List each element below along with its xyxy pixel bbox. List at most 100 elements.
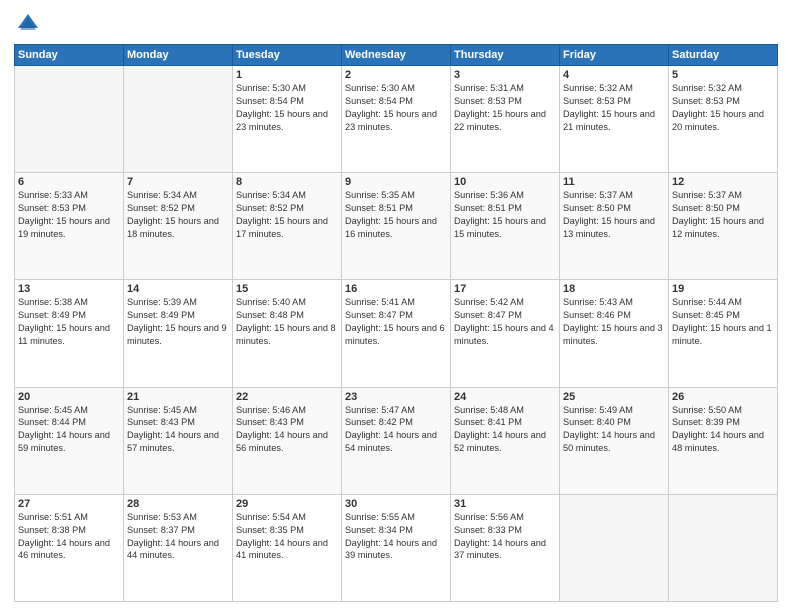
daylight-text: Daylight: 14 hours and 50 minutes.: [563, 430, 655, 453]
daylight-text: Daylight: 14 hours and 48 minutes.: [672, 430, 764, 453]
day-info: Sunrise: 5:32 AMSunset: 8:53 PMDaylight:…: [563, 82, 665, 134]
day-info: Sunrise: 5:46 AMSunset: 8:43 PMDaylight:…: [236, 404, 338, 456]
daylight-text: Daylight: 15 hours and 8 minutes.: [236, 323, 336, 346]
calendar-cell: 27Sunrise: 5:51 AMSunset: 8:38 PMDayligh…: [15, 494, 124, 601]
sunset-text: Sunset: 8:35 PM: [236, 525, 304, 535]
sunrise-text: Sunrise: 5:34 AM: [236, 190, 306, 200]
calendar-cell: 30Sunrise: 5:55 AMSunset: 8:34 PMDayligh…: [342, 494, 451, 601]
calendar-cell: [15, 66, 124, 173]
sunset-text: Sunset: 8:51 PM: [345, 203, 413, 213]
day-of-week-header: Sunday: [15, 45, 124, 66]
day-number: 11: [563, 176, 665, 188]
calendar-cell: 26Sunrise: 5:50 AMSunset: 8:39 PMDayligh…: [669, 387, 778, 494]
day-number: 22: [236, 391, 338, 403]
sunset-text: Sunset: 8:48 PM: [236, 310, 304, 320]
day-number: 19: [672, 283, 774, 295]
sunset-text: Sunset: 8:50 PM: [672, 203, 740, 213]
calendar-cell: 23Sunrise: 5:47 AMSunset: 8:42 PMDayligh…: [342, 387, 451, 494]
day-info: Sunrise: 5:42 AMSunset: 8:47 PMDaylight:…: [454, 296, 556, 348]
calendar-cell: 9Sunrise: 5:35 AMSunset: 8:51 PMDaylight…: [342, 173, 451, 280]
daylight-text: Daylight: 15 hours and 23 minutes.: [345, 109, 437, 132]
sunset-text: Sunset: 8:51 PM: [454, 203, 522, 213]
daylight-text: Daylight: 15 hours and 13 minutes.: [563, 216, 655, 239]
day-number: 29: [236, 498, 338, 510]
sunset-text: Sunset: 8:53 PM: [672, 96, 740, 106]
sunrise-text: Sunrise: 5:31 AM: [454, 83, 524, 93]
daylight-text: Daylight: 15 hours and 1 minute.: [672, 323, 772, 346]
day-info: Sunrise: 5:39 AM Sunset: 8:49 PM Daylight:…: [127, 296, 229, 348]
sunrise-text: Sunrise: 5:32 AM: [672, 83, 742, 93]
sunrise-text: Sunrise: 5:32 AM: [563, 83, 633, 93]
sunrise-text: Sunrise: 5:30 AM: [236, 83, 306, 93]
sunset-text: Sunset: 8:53 PM: [563, 96, 631, 106]
daylight-text: Daylight: 15 hours and 23 minutes.: [236, 109, 328, 132]
day-info: Sunrise: 5:55 AMSunset: 8:34 PMDaylight:…: [345, 511, 447, 563]
daylight-text: Daylight: 15 hours and 12 minutes.: [672, 216, 764, 239]
sunset-text: Sunset: 8:43 PM: [236, 417, 304, 427]
sunset-text: Sunset: 8:54 PM: [345, 96, 413, 106]
header-row: SundayMondayTuesdayWednesdayThursdayFrid…: [15, 45, 778, 66]
calendar-cell: 22Sunrise: 5:46 AMSunset: 8:43 PMDayligh…: [233, 387, 342, 494]
sunrise-text: Sunrise: 5:39 AM: [127, 297, 197, 307]
sunset-text: Sunset: 8:42 PM: [345, 417, 413, 427]
sunrise-text: Sunrise: 5:53 AM: [127, 512, 197, 522]
calendar-cell: 1Sunrise: 5:30 AMSunset: 8:54 PMDaylight…: [233, 66, 342, 173]
sunset-text: Sunset: 8:54 PM: [236, 96, 304, 106]
calendar-week-row: 27Sunrise: 5:51 AMSunset: 8:38 PMDayligh…: [15, 494, 778, 601]
sunset-text: Sunset: 8:49 PM: [127, 310, 195, 320]
sunrise-text: Sunrise: 5:45 AM: [127, 405, 197, 415]
calendar-week-row: 6Sunrise: 5:33 AMSunset: 8:53 PMDaylight…: [15, 173, 778, 280]
calendar-cell: 14 Sunrise: 5:39 AM Sunset: 8:49 PM Dayligh…: [124, 280, 233, 387]
day-number: 23: [345, 391, 447, 403]
calendar-week-row: 13 Sunrise: 5:38 AM Sunset: 8:49 PM Dayligh…: [15, 280, 778, 387]
sunrise-text: Sunrise: 5:42 AM: [454, 297, 524, 307]
daylight-text: Daylight: 15 hours and 9 minutes.: [127, 323, 227, 346]
sunset-text: Sunset: 8:47 PM: [345, 310, 413, 320]
day-info: Sunrise: 5:43 AMSunset: 8:46 PMDaylight:…: [563, 296, 665, 348]
day-number: 13: [18, 283, 120, 295]
calendar-cell: 7Sunrise: 5:34 AMSunset: 8:52 PMDaylight…: [124, 173, 233, 280]
sunrise-text: Sunrise: 5:48 AM: [454, 405, 524, 415]
sunrise-text: Sunrise: 5:38 AM: [18, 297, 88, 307]
daylight-text: Daylight: 14 hours and 59 minutes.: [18, 430, 110, 453]
sunset-text: Sunset: 8:37 PM: [127, 525, 195, 535]
calendar-cell: 15Sunrise: 5:40 AMSunset: 8:48 PMDayligh…: [233, 280, 342, 387]
calendar-cell: 24Sunrise: 5:48 AMSunset: 8:41 PMDayligh…: [451, 387, 560, 494]
day-info: Sunrise: 5:32 AM Sunset: 8:53 PM Daylight:…: [672, 82, 774, 134]
day-of-week-header: Saturday: [669, 45, 778, 66]
calendar-cell: 21Sunrise: 5:45 AMSunset: 8:43 PMDayligh…: [124, 387, 233, 494]
sunset-text: Sunset: 8:45 PM: [672, 310, 740, 320]
day-info: Sunrise: 5:45 AMSunset: 8:43 PMDaylight:…: [127, 404, 229, 456]
day-info: Sunrise: 5:31 AMSunset: 8:53 PMDaylight:…: [454, 82, 556, 134]
calendar-cell: 3Sunrise: 5:31 AMSunset: 8:53 PMDaylight…: [451, 66, 560, 173]
day-info: Sunrise: 5:30 AMSunset: 8:54 PMDaylight:…: [345, 82, 447, 134]
daylight-text: Daylight: 15 hours and 6 minutes.: [345, 323, 445, 346]
day-number: 5: [672, 69, 774, 81]
calendar-table: SundayMondayTuesdayWednesdayThursdayFrid…: [14, 44, 778, 602]
day-number: 6: [18, 176, 120, 188]
sunrise-text: Sunrise: 5:49 AM: [563, 405, 633, 415]
calendar-cell: 29Sunrise: 5:54 AMSunset: 8:35 PMDayligh…: [233, 494, 342, 601]
calendar-cell: 28Sunrise: 5:53 AMSunset: 8:37 PMDayligh…: [124, 494, 233, 601]
calendar-cell: 10Sunrise: 5:36 AMSunset: 8:51 PMDayligh…: [451, 173, 560, 280]
calendar-week-row: 1Sunrise: 5:30 AMSunset: 8:54 PMDaylight…: [15, 66, 778, 173]
day-number: 14: [127, 283, 229, 295]
daylight-text: Daylight: 15 hours and 20 minutes.: [672, 109, 764, 132]
daylight-text: Daylight: 14 hours and 37 minutes.: [454, 538, 546, 561]
sunrise-text: Sunrise: 5:56 AM: [454, 512, 524, 522]
day-info: Sunrise: 5:37 AMSunset: 8:50 PMDaylight:…: [563, 189, 665, 241]
day-info: Sunrise: 5:47 AMSunset: 8:42 PMDaylight:…: [345, 404, 447, 456]
sunset-text: Sunset: 8:52 PM: [236, 203, 304, 213]
daylight-text: Daylight: 15 hours and 18 minutes.: [127, 216, 219, 239]
sunrise-text: Sunrise: 5:34 AM: [127, 190, 197, 200]
daylight-text: Daylight: 15 hours and 17 minutes.: [236, 216, 328, 239]
sunrise-text: Sunrise: 5:54 AM: [236, 512, 306, 522]
page: SundayMondayTuesdayWednesdayThursdayFrid…: [0, 0, 792, 612]
day-number: 8: [236, 176, 338, 188]
day-number: 16: [345, 283, 447, 295]
daylight-text: Daylight: 15 hours and 11 minutes.: [18, 323, 110, 346]
sunset-text: Sunset: 8:52 PM: [127, 203, 195, 213]
day-info: Sunrise: 5:44 AMSunset: 8:45 PMDaylight:…: [672, 296, 774, 348]
day-info: Sunrise: 5:37 AMSunset: 8:50 PMDaylight:…: [672, 189, 774, 241]
sunrise-text: Sunrise: 5:40 AM: [236, 297, 306, 307]
